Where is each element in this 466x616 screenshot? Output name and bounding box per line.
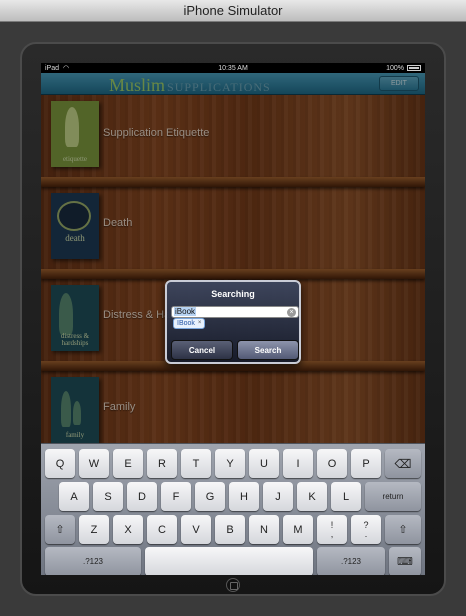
space-bar[interactable] (145, 547, 313, 575)
key-j[interactable]: J (263, 482, 293, 511)
key-d[interactable]: D (127, 482, 157, 511)
key-o[interactable]: O (317, 449, 347, 478)
status-bar: iPad ◠ 10:35 AM 100% (41, 63, 425, 73)
shift-key-left[interactable]: ⇧ (45, 515, 75, 544)
window-titlebar: iPhone Simulator (0, 0, 466, 22)
autocorrect-suggestion[interactable]: IBook × (173, 318, 206, 329)
key-n[interactable]: N (249, 515, 279, 544)
shift-icon: ⇧ (398, 524, 408, 536)
search-input-value: iBook (174, 307, 197, 316)
close-icon[interactable]: × (198, 319, 202, 328)
keyboard-hide-icon: ⌨ (397, 556, 413, 568)
key-y[interactable]: Y (215, 449, 245, 478)
clear-icon[interactable]: × (287, 308, 296, 317)
key-b[interactable]: B (215, 515, 245, 544)
key-c[interactable]: C (147, 515, 177, 544)
key-z[interactable]: Z (79, 515, 109, 544)
key-x[interactable]: X (113, 515, 143, 544)
status-time: 10:35 AM (218, 64, 248, 72)
key-question-period[interactable]: ?. (351, 515, 381, 544)
shift-icon: ⇧ (55, 524, 65, 536)
key-a[interactable]: A (59, 482, 89, 511)
key-h[interactable]: H (229, 482, 259, 511)
search-input[interactable]: iBook × (171, 306, 299, 318)
key-m[interactable]: M (283, 515, 313, 544)
key-w[interactable]: W (79, 449, 109, 478)
keyboard: Q W E R T Y U I O P ⌫ A S D F G H J K L … (41, 443, 425, 575)
search-alert: Searching iBook × IBook × Cancel Search (165, 280, 301, 364)
key-f[interactable]: F (161, 482, 191, 511)
suggestion-text: IBook (177, 320, 195, 327)
shift-key-right[interactable]: ⇧ (385, 515, 421, 544)
ipad-screen: iPad ◠ 10:35 AM 100% Muslim SUPPLICATIONS… (41, 63, 425, 575)
key-s[interactable]: S (93, 482, 123, 511)
key-r[interactable]: R (147, 449, 177, 478)
cancel-button[interactable]: Cancel (171, 340, 233, 360)
key-u[interactable]: U (249, 449, 279, 478)
return-key[interactable]: return (365, 482, 421, 511)
key-q[interactable]: Q (45, 449, 75, 478)
home-button[interactable] (226, 578, 240, 592)
hide-keyboard-key[interactable]: ⌨ (389, 547, 421, 575)
battery-icon (407, 65, 421, 71)
numbers-key-right[interactable]: .?123 (317, 547, 385, 575)
key-p[interactable]: P (351, 449, 381, 478)
window-title: iPhone Simulator (183, 3, 283, 18)
key-exclamation-comma[interactable]: !, (317, 515, 347, 544)
key-k[interactable]: K (297, 482, 327, 511)
key-g[interactable]: G (195, 482, 225, 511)
key-l[interactable]: L (331, 482, 361, 511)
alert-title: Searching (211, 289, 255, 299)
key-i[interactable]: I (283, 449, 313, 478)
key-v[interactable]: V (181, 515, 211, 544)
search-button[interactable]: Search (237, 340, 299, 360)
key-t[interactable]: T (181, 449, 211, 478)
backspace-icon: ⌫ (394, 456, 412, 471)
key-e[interactable]: E (113, 449, 143, 478)
delete-key[interactable]: ⌫ (385, 449, 421, 478)
numbers-key-left[interactable]: .?123 (45, 547, 141, 575)
